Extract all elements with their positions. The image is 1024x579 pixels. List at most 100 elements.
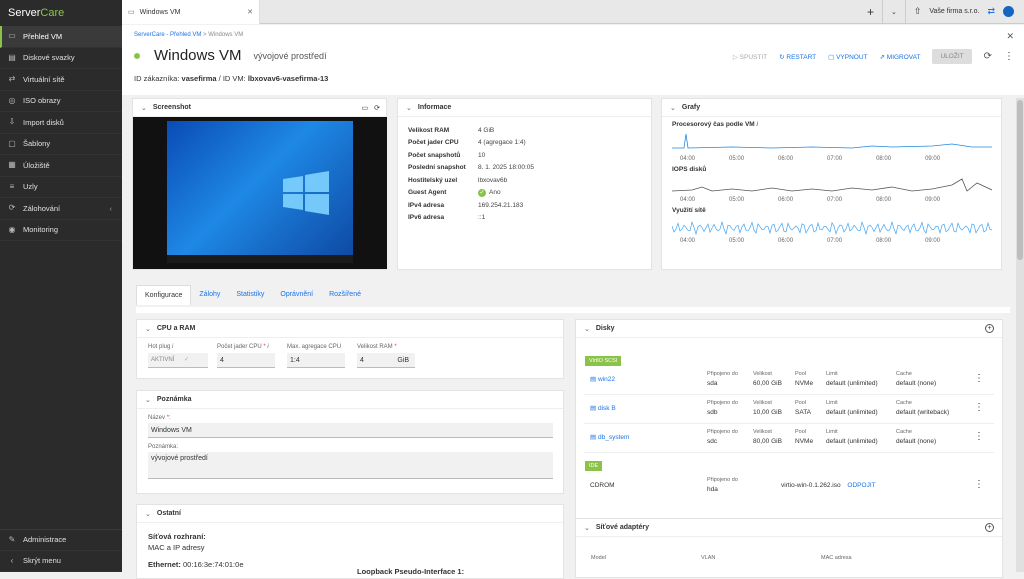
info-icon[interactable]: i — [172, 344, 173, 350]
cdrom-name: CDROM — [590, 481, 615, 490]
scrollbar[interactable] — [1016, 98, 1024, 572]
disk-pool: NVMe — [795, 437, 813, 446]
disk-row: ▤ disk B Připojeno dosdb Velikost10,00 G… — [584, 395, 994, 424]
x-axis: 04:0005:0006:0007:0008:0009:00 — [662, 238, 1001, 244]
note-textarea[interactable]: vývojové prostředí — [148, 452, 553, 479]
network-graph-title: Využití sítě — [672, 207, 1001, 214]
panel-header[interactable]: ⌄Screenshot ▭⟳ — [133, 99, 386, 117]
sidebar-item-sablony[interactable]: ▢Šablony — [0, 134, 122, 156]
sidebar-item-diskove-svazky[interactable]: ▤Diskové svazky — [0, 48, 122, 70]
disk-name-link[interactable]: win22 — [598, 376, 615, 383]
close-icon[interactable]: ✕ — [1006, 31, 1014, 42]
vm-screen[interactable] — [133, 117, 387, 269]
eth-mac: 00:16:3e:74:01:0e — [183, 560, 243, 569]
sidebar-item-prehled-vm[interactable]: ▭ Přehled VM — [0, 26, 122, 48]
template-icon: ▢ — [7, 139, 17, 149]
sidebar-item-virtualni-site[interactable]: ⇄Virtuální sítě — [0, 69, 122, 91]
panel-header[interactable]: ⌄Disky + — [576, 320, 1002, 338]
more-icon[interactable]: ⋮ — [974, 373, 984, 384]
name-label: Název *: — [148, 415, 553, 421]
panel-header[interactable]: ⌄Informace — [398, 99, 651, 117]
migrate-button[interactable]: ⇗ MIGROVAT — [880, 53, 921, 61]
more-icon[interactable]: ⋮ — [974, 479, 984, 490]
net-label: Síťová rozhraní: — [148, 532, 206, 541]
panel-header[interactable]: ⌄Ostatní — [137, 505, 563, 523]
tab-konfigurace[interactable]: Konfigurace — [136, 285, 191, 305]
vm-actions: ▷ SPUSTIT ↻ RESTART ▢ VYPNOUT ⇗ MIGROVAT… — [733, 49, 1014, 64]
upload-icon[interactable]: ⇧ — [914, 6, 922, 17]
col-attached: Připojeno do — [707, 476, 738, 485]
close-icon[interactable]: ✕ — [247, 8, 253, 16]
nic-panel: ⌄Síťové adaptéry + Model VLAN MAC adresa — [575, 518, 1003, 578]
cores-input[interactable]: 4 — [217, 353, 275, 368]
detach-button[interactable]: ODPOJIT — [847, 482, 875, 489]
hotplug-field[interactable]: AKTIVNÍ ✓ — [148, 353, 208, 368]
sidebar-item-label: Virtuální sítě — [23, 75, 65, 84]
more-icon[interactable]: ⋮ — [974, 402, 984, 413]
monitor-icon[interactable]: ▭ — [362, 104, 369, 112]
restart-button[interactable]: ↻ RESTART — [779, 53, 816, 61]
plus-icon[interactable]: + — [867, 5, 874, 19]
info-icon[interactable]: i — [757, 121, 758, 128]
more-icon[interactable]: ⋮ — [974, 431, 984, 442]
panel-title: Grafy — [682, 104, 700, 111]
x-tick: 06:00 — [778, 156, 793, 162]
id-line: ID zákazníka: vasefirma / ID VM: lbxovav… — [134, 74, 328, 83]
start-button[interactable]: ▷ SPUSTIT — [733, 53, 767, 61]
more-icon[interactable]: ⋮ — [1004, 51, 1014, 62]
sidebar: ServerCare ▭ Přehled VM ▤Diskové svazky ⇄… — [0, 0, 122, 572]
sidebar-item-monitoring[interactable]: ◉Monitoring — [0, 220, 122, 242]
tab-rozsirene[interactable]: Rozšířené — [321, 285, 369, 305]
vm-description: vývojové prostředí — [254, 51, 327, 61]
sidebar-item-uzly[interactable]: ≡Uzly — [0, 177, 122, 199]
page-title: Windows VM — [154, 47, 242, 64]
panel-header[interactable]: ⌄Poznámka — [137, 391, 563, 409]
sidebar-item-zalohovani[interactable]: ⟳Zálohování‹ — [0, 198, 122, 220]
sidebar-item-iso-obrazy[interactable]: ◎ISO obrazy — [0, 91, 122, 113]
col-size: Velikost — [753, 399, 782, 408]
col-pool: Pool — [795, 428, 813, 437]
add-nic-icon[interactable]: + — [985, 523, 994, 532]
agg-select[interactable]: 1:4 — [287, 353, 345, 368]
nodes-icon: ≡ — [7, 182, 17, 192]
tab-opravneni[interactable]: Oprávnění — [272, 285, 321, 305]
save-button[interactable]: ULOŽIT — [932, 49, 971, 64]
breadcrumb-root[interactable]: ServerCare - Přehled VM — [134, 32, 201, 38]
info-icon[interactable]: i — [267, 344, 268, 350]
stop-button[interactable]: ▢ VYPNOUT — [828, 53, 867, 61]
disk-name-link[interactable]: db_system — [598, 434, 629, 441]
disk-name-link[interactable]: disk B — [598, 405, 616, 412]
tab-zalohy[interactable]: Zálohy — [191, 285, 228, 305]
panel-header[interactable]: ⌄CPU a RAM — [137, 320, 563, 338]
chevron-down-icon[interactable]: ⌄ — [891, 8, 897, 16]
import-icon: ⇩ — [7, 117, 17, 127]
x-tick: 06:00 — [778, 197, 793, 203]
sidebar-hide-menu[interactable]: ‹Skrýt menu — [0, 551, 122, 573]
panel-header[interactable]: ⌄Síťové adaptéry + — [576, 519, 1002, 537]
disk-cache: default (writeback) — [896, 408, 949, 417]
x-tick: 07:00 — [827, 197, 842, 203]
name-input[interactable]: Windows VM — [148, 423, 553, 438]
config-tabs: Konfigurace Zálohy Statistiky Oprávnění … — [136, 285, 369, 305]
panel-header[interactable]: ⌄Grafy — [662, 99, 1001, 117]
sidebar-item-uloziste[interactable]: ▦Úložiště — [0, 155, 122, 177]
refresh-icon[interactable]: ⟳ — [984, 51, 992, 62]
refresh-icon[interactable]: ⟳ — [374, 104, 380, 112]
info-value: 4 GiB — [478, 127, 494, 134]
disk-row: ▤ db_system Připojeno dosdc Velikost80,0… — [584, 424, 994, 453]
sidebar-item-administrace[interactable]: ✎Administrace — [0, 529, 122, 551]
sidebar-item-import-disku[interactable]: ⇩Import disků — [0, 112, 122, 134]
switch-icon[interactable]: ⇄ — [987, 6, 995, 17]
monitor-icon: ▭ — [7, 31, 17, 41]
chevron-down-icon: ⌄ — [584, 325, 590, 333]
brand-logo[interactable]: ServerCare — [0, 0, 122, 26]
col-size: Velikost — [753, 370, 782, 379]
user-avatar-icon[interactable] — [1003, 6, 1014, 17]
info-key: Počet jader CPU — [408, 139, 478, 146]
tab-statistiky[interactable]: Statistiky — [228, 285, 272, 305]
tab-windows-vm[interactable]: ▭ Windows VM ✕ — [122, 0, 260, 24]
company-name[interactable]: Vaše firma s.r.o. — [929, 8, 979, 15]
add-disk-icon[interactable]: + — [985, 324, 994, 333]
ram-input[interactable]: 4GiB — [357, 353, 415, 368]
sidebar-item-label: Přehled VM — [23, 32, 62, 41]
